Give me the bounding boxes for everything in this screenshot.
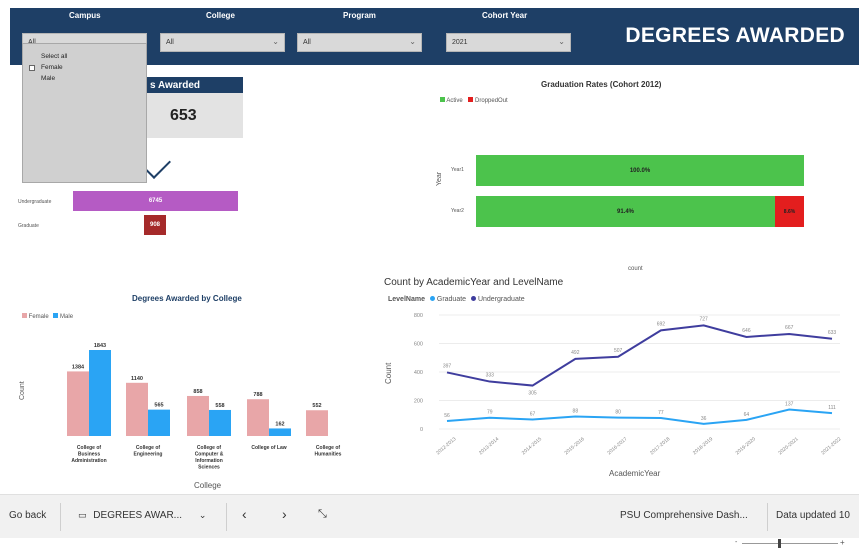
zoom-out-button[interactable]: -: [735, 539, 737, 546]
data-label: 56: [444, 413, 450, 419]
zoom-in-button[interactable]: +: [840, 538, 845, 547]
x-tick-label: 2021-2022: [820, 436, 842, 456]
footer-bar: Go back ▭ DEGREES AWAR... ⌄ ‹ › ⤡ PSU Co…: [0, 494, 859, 538]
data-label: 67: [530, 411, 536, 417]
divider: [767, 503, 768, 531]
data-label: 137: [785, 401, 794, 407]
x-tick-label: 2020-2021: [777, 436, 799, 456]
checkbox[interactable]: [29, 64, 35, 71]
data-label: 305: [528, 391, 537, 397]
x-tick-label: 2018-2019: [692, 436, 714, 456]
y-tick-label: 800: [414, 313, 423, 319]
data-label: 633: [828, 330, 837, 336]
series-line-graduate[interactable]: [446, 408, 833, 425]
y-tick-label: 400: [414, 370, 423, 376]
y-tick-label: 0: [420, 427, 423, 433]
data-label: 692: [657, 321, 666, 327]
data-label: 80: [615, 410, 621, 416]
x-tick-label: 2019-2020: [735, 436, 757, 456]
next-page-button[interactable]: ›: [282, 506, 287, 522]
data-label: 507: [614, 348, 623, 354]
page-selector[interactable]: ▭ DEGREES AWAR... ⌄: [78, 510, 206, 521]
page-icon: ▭: [78, 510, 87, 520]
data-label: 646: [742, 328, 751, 334]
x-tick-label: 2012-2013: [435, 436, 457, 456]
data-label: 333: [486, 373, 495, 379]
dropdown-option-male[interactable]: Male: [29, 73, 146, 84]
data-label: 397: [443, 363, 452, 369]
x-tick-label: 2016-2017: [606, 436, 628, 456]
previous-page-button[interactable]: ‹: [242, 506, 247, 522]
data-label: 79: [487, 410, 493, 416]
data-label: 88: [573, 408, 579, 414]
data-updated-text: Data updated 10: [776, 510, 850, 521]
zoom-slider-handle[interactable]: [778, 539, 781, 548]
x-tick-label: 2017-2018: [649, 436, 671, 456]
y-tick-label: 600: [414, 342, 423, 348]
divider: [226, 503, 227, 531]
report-canvas: Campus All College All ⌄ Program All ⌄ C…: [0, 0, 859, 550]
fullscreen-icon[interactable]: ⤡: [318, 508, 327, 521]
y-tick-label: 200: [414, 399, 423, 405]
page-selector-label: DEGREES AWAR...: [93, 510, 183, 521]
dropdown-option-select-all[interactable]: Select all: [29, 51, 146, 62]
data-label: 727: [699, 316, 708, 322]
data-label: 64: [744, 412, 750, 418]
series-line-undergraduate[interactable]: [446, 324, 833, 387]
x-tick-label: 2014-2015: [521, 436, 543, 456]
campus-dropdown-list: Select all Female Male: [22, 43, 147, 183]
data-label: 77: [658, 410, 664, 416]
data-label: 492: [571, 350, 580, 356]
report-name: PSU Comprehensive Dash...: [620, 510, 748, 521]
data-label: 36: [701, 416, 707, 422]
x-tick-label: 2015-2016: [564, 436, 586, 456]
chevron-down-icon: ⌄: [198, 510, 207, 520]
zoom-slider-track[interactable]: [742, 543, 838, 544]
go-back-button[interactable]: Go back: [9, 510, 46, 521]
dropdown-option-female[interactable]: Female: [29, 62, 146, 73]
x-tick-label: 2013-2014: [478, 436, 500, 456]
data-label: 111: [828, 405, 836, 411]
divider: [60, 503, 61, 531]
data-label: 667: [785, 325, 794, 331]
